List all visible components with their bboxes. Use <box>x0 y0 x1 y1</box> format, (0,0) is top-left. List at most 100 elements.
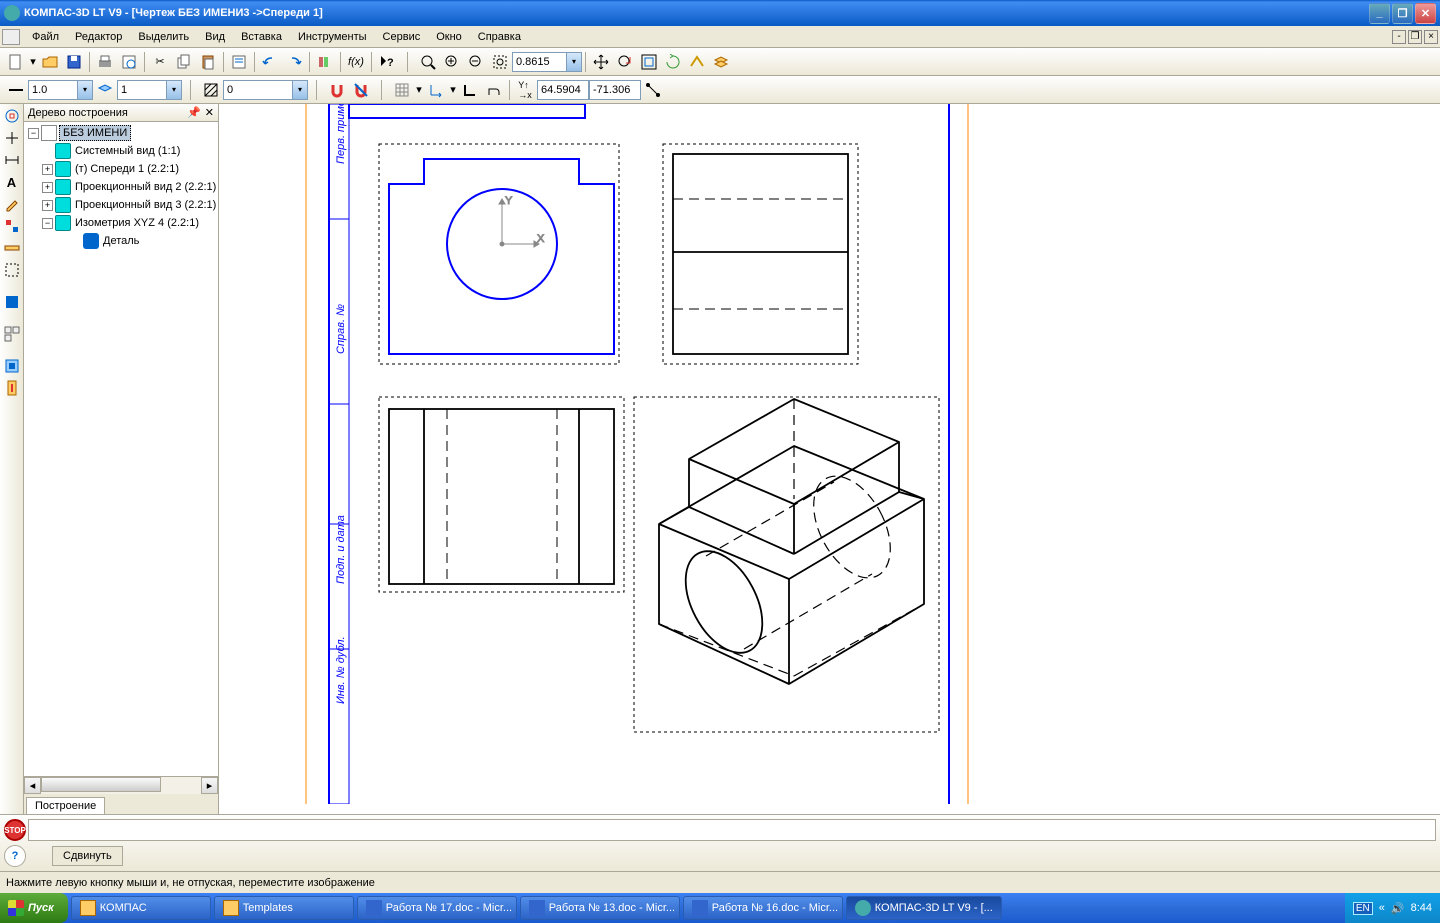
grid-dropdown[interactable]: ▾ <box>414 83 424 96</box>
menu-file[interactable]: Файл <box>24 29 67 45</box>
zoom-out-button[interactable] <box>465 51 487 73</box>
coord-lock-button[interactable] <box>642 79 664 101</box>
zoom-dropdown[interactable] <box>567 52 582 72</box>
assoc-tool[interactable] <box>2 356 22 376</box>
coord-x-input[interactable] <box>537 80 589 100</box>
library-button[interactable] <box>314 51 336 73</box>
menu-service[interactable]: Сервис <box>375 29 429 45</box>
geometry-tool[interactable] <box>2 106 22 126</box>
cut-button[interactable]: ✂ <box>149 51 171 73</box>
print-button[interactable] <box>94 51 116 73</box>
help-arrow-button[interactable]: ? <box>376 51 398 73</box>
tree-item-iso[interactable]: −Изометрия XYZ 4 (2.2:1) <box>24 214 218 232</box>
lcs-button[interactable] <box>425 79 447 101</box>
mdi-minimize[interactable]: - <box>1392 30 1406 44</box>
ortho-button[interactable] <box>459 79 481 101</box>
redraw-button[interactable] <box>686 51 708 73</box>
menu-tools[interactable]: Инструменты <box>290 29 375 45</box>
tree-scroll-thumb[interactable] <box>41 777 161 792</box>
measure-tool[interactable] <box>2 238 22 258</box>
menu-window[interactable]: Окно <box>428 29 470 45</box>
help-button[interactable]: ? <box>4 845 26 867</box>
stop-button[interactable]: STOP <box>4 819 26 841</box>
line-width-dropdown[interactable] <box>78 80 93 100</box>
clock[interactable]: 8:44 <box>1411 902 1432 914</box>
tree-item-front[interactable]: +(т) Спереди 1 (2.2:1) <box>24 160 218 178</box>
snap-magnet-button[interactable] <box>326 79 348 101</box>
edit-tool[interactable] <box>2 194 22 214</box>
zoom-all-button[interactable] <box>638 51 660 73</box>
tree-item-system[interactable]: Системный вид (1:1) <box>24 142 218 160</box>
menu-editor[interactable]: Редактор <box>67 29 130 45</box>
zoom-prev-button[interactable] <box>614 51 636 73</box>
redo-button[interactable] <box>283 51 305 73</box>
tree-close-icon[interactable]: ✕ <box>205 106 214 119</box>
drawing-area[interactable]: Перв. примен. Справ. № Подп. и дата Инв.… <box>219 104 1440 814</box>
line-width-input[interactable] <box>28 80 78 100</box>
mdi-close[interactable]: × <box>1424 30 1438 44</box>
mdi-restore[interactable]: ❐ <box>1408 30 1422 44</box>
zoom-in-button[interactable] <box>441 51 463 73</box>
drawing-canvas-svg[interactable]: Перв. примен. Справ. № Подп. и дата Инв.… <box>219 104 1419 804</box>
tray-chevron-icon[interactable]: « <box>1379 902 1385 914</box>
coord-y-input[interactable] <box>589 80 641 100</box>
properties-button[interactable] <box>228 51 250 73</box>
select-tool[interactable] <box>2 260 22 280</box>
open-button[interactable] <box>39 51 61 73</box>
zoom-window-button[interactable] <box>489 51 511 73</box>
lcs-dropdown[interactable]: ▾ <box>448 83 458 96</box>
restore-button[interactable]: ❐ <box>1392 3 1413 24</box>
save-button[interactable] <box>63 51 85 73</box>
round-button[interactable] <box>483 79 505 101</box>
snap-off-button[interactable] <box>350 79 372 101</box>
tray-volume-icon[interactable]: 🔊 <box>1391 902 1405 915</box>
new-dropdown[interactable]: ▾ <box>28 55 38 68</box>
zoom-input[interactable] <box>512 52 567 72</box>
menu-insert[interactable]: Вставка <box>233 29 290 45</box>
pin-icon[interactable]: 📌 <box>187 106 201 119</box>
spec-tool[interactable] <box>2 292 22 312</box>
layer-input[interactable] <box>117 80 167 100</box>
paste-button[interactable] <box>197 51 219 73</box>
tree-tab[interactable]: Построение <box>26 797 105 814</box>
layers-button[interactable] <box>710 51 732 73</box>
new-button[interactable] <box>5 51 27 73</box>
zoom-fit-button[interactable] <box>417 51 439 73</box>
layer-button[interactable] <box>94 79 116 101</box>
command-input[interactable] <box>28 819 1436 841</box>
menu-select[interactable]: Выделить <box>130 29 197 45</box>
start-button[interactable]: Пуск <box>0 893 68 923</box>
point-tool[interactable] <box>2 128 22 148</box>
minimize-button[interactable]: _ <box>1369 3 1390 24</box>
step-input[interactable] <box>223 80 293 100</box>
param-tool[interactable] <box>2 216 22 236</box>
tree-item-proj2[interactable]: +Проекционный вид 2 (2.2:1) <box>24 178 218 196</box>
tree-scroll-right[interactable]: ▸ <box>201 777 218 794</box>
line-style-button[interactable] <box>5 79 27 101</box>
undo-button[interactable] <box>259 51 281 73</box>
menu-help[interactable]: Справка <box>470 29 529 45</box>
layer-dropdown[interactable] <box>167 80 182 100</box>
preview-button[interactable] <box>118 51 140 73</box>
tree-scroll-left[interactable]: ◂ <box>24 777 41 794</box>
tree-item-proj3[interactable]: +Проекционный вид 3 (2.2:1) <box>24 196 218 214</box>
views-tool[interactable] <box>2 324 22 344</box>
insert-tool[interactable] <box>2 378 22 398</box>
step-dropdown[interactable] <box>293 80 308 100</box>
rebuild-button[interactable] <box>662 51 684 73</box>
pan-button[interactable] <box>590 51 612 73</box>
tree-item-part[interactable]: Деталь <box>24 232 218 250</box>
command-tab[interactable]: Сдвинуть <box>52 846 123 866</box>
taskbar: Пуск КОМПАС Templates Работа № 17.doc - … <box>0 893 1440 923</box>
copy-button[interactable] <box>173 51 195 73</box>
grid-button[interactable] <box>391 79 413 101</box>
variables-button[interactable]: f(x) <box>345 51 367 73</box>
text-tool[interactable]: A <box>2 172 22 192</box>
lang-indicator[interactable]: EN <box>1353 902 1373 915</box>
coord-mode-button[interactable]: Y↑→x <box>514 79 536 101</box>
close-button[interactable]: ✕ <box>1415 3 1436 24</box>
menu-view[interactable]: Вид <box>197 29 233 45</box>
dimension-tool[interactable] <box>2 150 22 170</box>
hatch-button[interactable] <box>200 79 222 101</box>
tree-root[interactable]: −БЕЗ ИМЕНИ <box>24 124 218 142</box>
